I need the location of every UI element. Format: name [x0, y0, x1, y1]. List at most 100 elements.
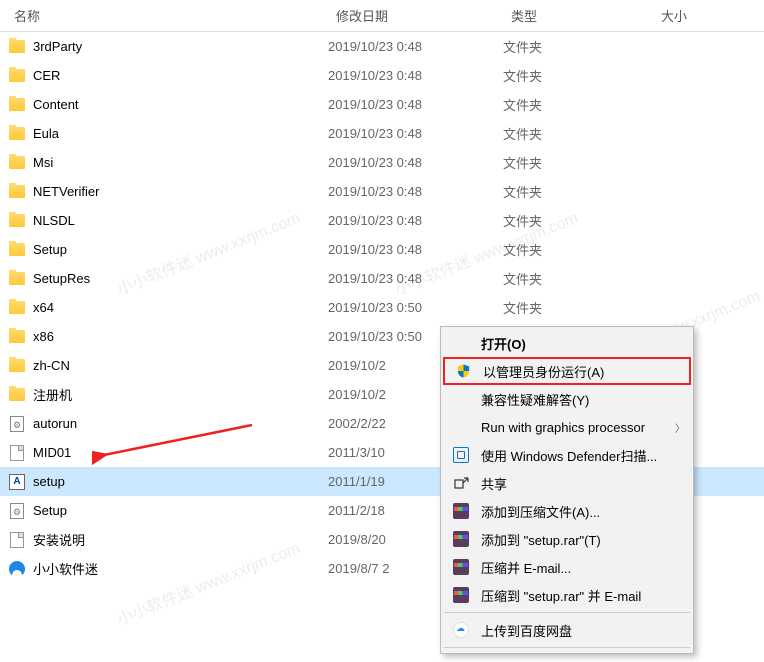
app-icon: A — [8, 473, 26, 491]
file-name: SetupRes — [33, 271, 90, 286]
file-type: 文件夹 — [497, 298, 647, 317]
browser-icon — [8, 560, 26, 578]
folder-icon — [8, 125, 26, 143]
menu-defender-label: 使用 Windows Defender扫描... — [481, 446, 685, 465]
file-row[interactable]: NLSDL2019/10/23 0:48文件夹 — [0, 206, 764, 235]
menu-baidu-label: 上传到百度网盘 — [481, 621, 685, 640]
folder-icon — [8, 96, 26, 114]
file-icon — [8, 444, 26, 462]
share-icon — [451, 473, 471, 493]
folder-icon — [8, 299, 26, 317]
file-name: 注册机 — [33, 385, 72, 404]
menu-compress-setup-email[interactable]: 压缩到 "setup.rar" 并 E-mail — [443, 581, 691, 609]
file-type: 文件夹 — [497, 153, 647, 172]
menu-compress-setup-email-label: 压缩到 "setup.rar" 并 E-mail — [481, 586, 685, 605]
file-name: Setup — [33, 242, 67, 257]
file-date: 2019/10/23 0:48 — [322, 68, 497, 83]
rar-icon — [451, 501, 471, 521]
file-date: 2019/10/23 0:48 — [322, 39, 497, 54]
col-name-header[interactable]: 名称 — [0, 6, 322, 25]
file-name: Eula — [33, 126, 59, 141]
context-menu: 打开(O) 以管理员身份运行(A) 兼容性疑难解答(Y) Run with gr… — [440, 326, 694, 654]
defender-icon — [451, 445, 471, 465]
file-name: 3rdParty — [33, 39, 82, 54]
baidu-icon — [451, 620, 471, 640]
file-row[interactable]: NETVerifier2019/10/23 0:48文件夹 — [0, 177, 764, 206]
file-name: Content — [33, 97, 79, 112]
file-name: MID01 — [33, 445, 71, 460]
file-type: 文件夹 — [497, 124, 647, 143]
file-type: 文件夹 — [497, 269, 647, 288]
menu-share[interactable]: 共享 — [443, 469, 691, 497]
col-size-header[interactable]: 大小 — [647, 6, 764, 25]
folder-icon — [8, 328, 26, 346]
file-name: autorun — [33, 416, 77, 431]
file-date: 2019/10/23 0:48 — [322, 97, 497, 112]
file-date: 2019/10/23 0:48 — [322, 213, 497, 228]
menu-separator — [444, 647, 690, 648]
folder-icon — [8, 183, 26, 201]
file-name: 小小软件迷 — [33, 559, 98, 578]
rar-icon — [451, 585, 471, 605]
file-date: 2019/10/23 0:48 — [322, 155, 497, 170]
menu-baidu[interactable]: 上传到百度网盘 — [443, 616, 691, 644]
file-name: setup — [33, 474, 65, 489]
file-row[interactable]: 3rdParty 2019/10/23 0:48文件夹 — [0, 32, 764, 61]
menu-add-setup-rar-label: 添加到 "setup.rar"(T) — [481, 530, 685, 549]
menu-compatibility-label: 兼容性疑难解答(Y) — [481, 390, 685, 409]
file-name: Setup — [33, 503, 67, 518]
file-row[interactable]: CER 2019/10/23 0:48文件夹 — [0, 61, 764, 90]
config-icon — [8, 415, 26, 433]
menu-open[interactable]: 打开(O) — [443, 329, 691, 357]
file-type: 文件夹 — [497, 66, 647, 85]
file-type: 文件夹 — [497, 95, 647, 114]
file-row[interactable]: x642019/10/23 0:50文件夹 — [0, 293, 764, 322]
menu-defender[interactable]: 使用 Windows Defender扫描... — [443, 441, 691, 469]
file-date: 2019/10/23 0:48 — [322, 126, 497, 141]
file-name: x86 — [33, 329, 54, 344]
chevron-right-icon: 〉 — [675, 420, 685, 435]
file-name: 安装说明 — [33, 530, 85, 549]
menu-add-setup-rar[interactable]: 添加到 "setup.rar"(T) — [443, 525, 691, 553]
menu-run-graphics[interactable]: Run with graphics processor 〉 — [443, 413, 691, 441]
menu-compress-email-label: 压缩并 E-mail... — [481, 558, 685, 577]
folder-icon — [8, 154, 26, 172]
shield-icon — [453, 361, 473, 381]
folder-icon — [8, 241, 26, 259]
file-name: Msi — [33, 155, 53, 170]
file-row[interactable]: SetupRes 2019/10/23 0:48文件夹 — [0, 264, 764, 293]
file-date: 2019/10/23 0:50 — [322, 300, 497, 315]
blank-icon — [451, 417, 471, 437]
col-date-header[interactable]: 修改日期 — [322, 6, 497, 25]
file-type: 文件夹 — [497, 182, 647, 201]
file-date: 2019/10/23 0:48 — [322, 242, 497, 257]
blank-icon — [451, 389, 471, 409]
file-date: 2019/10/23 0:48 — [322, 271, 497, 286]
file-row[interactable]: Msi 2019/10/23 0:48文件夹 — [0, 148, 764, 177]
file-name: NLSDL — [33, 213, 75, 228]
menu-run-as-admin-label: 以管理员身份运行(A) — [483, 362, 683, 381]
menu-open-label: 打开(O) — [481, 334, 685, 353]
menu-share-label: 共享 — [481, 474, 685, 493]
menu-compatibility[interactable]: 兼容性疑难解答(Y) — [443, 385, 691, 413]
file-name: NETVerifier — [33, 184, 99, 199]
file-type: 文件夹 — [497, 240, 647, 259]
folder-icon — [8, 212, 26, 230]
col-type-header[interactable]: 类型 — [497, 6, 647, 25]
menu-add-archive[interactable]: 添加到压缩文件(A)... — [443, 497, 691, 525]
menu-run-as-admin[interactable]: 以管理员身份运行(A) — [443, 357, 691, 385]
menu-add-archive-label: 添加到压缩文件(A)... — [481, 502, 685, 521]
file-type: 文件夹 — [497, 37, 647, 56]
folder-icon — [8, 67, 26, 85]
file-row[interactable]: Content 2019/10/23 0:48文件夹 — [0, 90, 764, 119]
config-icon — [8, 502, 26, 520]
menu-run-graphics-label: Run with graphics processor — [481, 420, 675, 435]
file-row[interactable]: Eula 2019/10/23 0:48文件夹 — [0, 119, 764, 148]
file-name: CER — [33, 68, 60, 83]
column-header-row: 名称 修改日期 类型 大小 — [0, 0, 764, 32]
file-row[interactable]: Setup 2019/10/23 0:48文件夹 — [0, 235, 764, 264]
blank-icon — [451, 333, 471, 353]
folder-icon — [8, 38, 26, 56]
menu-compress-email[interactable]: 压缩并 E-mail... — [443, 553, 691, 581]
folder-icon — [8, 386, 26, 404]
